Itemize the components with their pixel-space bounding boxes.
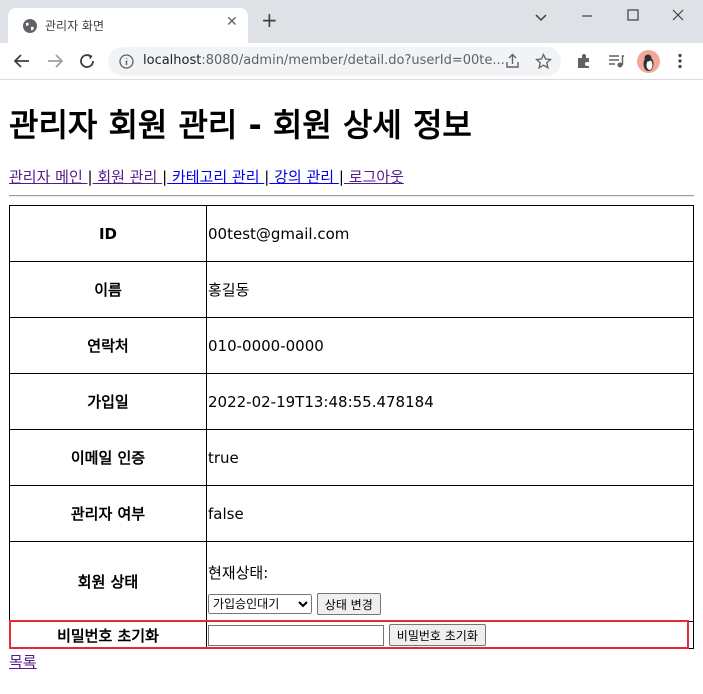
maximize-icon[interactable] bbox=[627, 9, 639, 21]
status-select[interactable]: 가입승인대기 bbox=[208, 594, 312, 614]
share-icon[interactable] bbox=[504, 53, 521, 70]
current-status-label: 현재상태: bbox=[208, 564, 269, 582]
table-row-password-reset: 비밀번호 초기화 비밀번호 초기화 bbox=[9, 621, 694, 649]
close-window-icon[interactable] bbox=[672, 9, 684, 21]
address-bar[interactable]: localhost:8080/admin/member/detail.do?us… bbox=[108, 47, 561, 76]
nav-link-admin-main[interactable]: 관리자 메인 bbox=[9, 168, 88, 186]
reload-icon[interactable] bbox=[78, 52, 96, 70]
row-label-name: 이름 bbox=[9, 261, 207, 318]
row-value-member-status: 현재상태: 가입승인대기 상태 변경 bbox=[206, 541, 694, 622]
row-label-password-reset: 비밀번호 초기화 bbox=[9, 621, 207, 649]
horizontal-rule bbox=[9, 195, 694, 197]
table-row: 관리자 여부 false bbox=[9, 485, 694, 542]
extensions-puzzle-icon[interactable] bbox=[575, 52, 593, 70]
row-value-phone: 010-0000-0000 bbox=[206, 317, 694, 374]
row-label-is-admin: 관리자 여부 bbox=[9, 485, 207, 542]
nav-link-course-management[interactable]: 강의 관리 bbox=[269, 168, 339, 186]
media-control-icon[interactable] bbox=[607, 52, 625, 70]
new-tab-button[interactable]: + bbox=[261, 10, 278, 30]
tab-search-chevron-icon[interactable] bbox=[534, 10, 548, 24]
table-row: ID 00test@gmail.com bbox=[9, 205, 694, 262]
row-value-password-reset: 비밀번호 초기화 bbox=[206, 621, 694, 649]
row-label-email-verified: 이메일 인증 bbox=[9, 429, 207, 486]
globe-icon bbox=[23, 19, 37, 33]
site-info-icon[interactable] bbox=[119, 54, 134, 69]
tab-title: 관리자 화면 bbox=[45, 19, 105, 33]
row-value-email-verified: true bbox=[206, 429, 694, 486]
table-row-status: 회원 상태 현재상태: 가입승인대기 상태 변경 bbox=[9, 541, 694, 622]
back-arrow-icon[interactable] bbox=[13, 52, 31, 70]
tab-close-icon[interactable]: ✕ bbox=[226, 14, 238, 30]
row-label-phone: 연락처 bbox=[9, 317, 207, 374]
row-value-id: 00test@gmail.com bbox=[206, 205, 694, 262]
table-row: 가입일 2022-02-19T13:48:55.478184 bbox=[9, 373, 694, 430]
row-label-member-status: 회원 상태 bbox=[9, 541, 207, 622]
browser-tab[interactable]: 관리자 화면 ✕ bbox=[8, 8, 248, 43]
profile-penguin-icon bbox=[643, 54, 654, 71]
table-row: 이름 홍길동 bbox=[9, 261, 694, 318]
page-title: 관리자 회원 관리 - 회원 상세 정보 bbox=[9, 106, 472, 144]
row-value-is-admin: false bbox=[206, 485, 694, 542]
admin-nav: 관리자 메인 | 회원 관리 | 카테고리 관리 | 강의 관리 | 로그아웃 bbox=[9, 166, 404, 187]
minimize-icon[interactable] bbox=[581, 10, 593, 22]
row-label-id: ID bbox=[9, 205, 207, 262]
row-value-join-date: 2022-02-19T13:48:55.478184 bbox=[206, 373, 694, 430]
row-label-join-date: 가입일 bbox=[9, 373, 207, 430]
browser-title-bar: 관리자 화면 ✕ + bbox=[0, 0, 703, 43]
back-to-list-link[interactable]: 목록 bbox=[9, 651, 37, 672]
row-value-name: 홍길동 bbox=[206, 261, 694, 318]
url-text[interactable]: localhost:8080/admin/member/detail.do?us… bbox=[143, 53, 505, 68]
nav-link-member-management[interactable]: 회원 관리 bbox=[93, 168, 163, 186]
nav-link-category-management[interactable]: 카테고리 관리 bbox=[167, 168, 264, 186]
forward-arrow-icon[interactable] bbox=[46, 52, 64, 70]
change-status-button[interactable]: 상태 변경 bbox=[316, 593, 381, 615]
bookmark-star-icon[interactable] bbox=[535, 53, 552, 70]
table-row: 이메일 인증 true bbox=[9, 429, 694, 486]
password-reset-button[interactable]: 비밀번호 초기화 bbox=[388, 624, 486, 646]
more-menu-icon[interactable] bbox=[671, 52, 689, 70]
member-detail-table: ID 00test@gmail.com 이름 홍길동 연락처 010-0000-… bbox=[9, 205, 694, 649]
nav-link-logout[interactable]: 로그아웃 bbox=[344, 168, 404, 186]
profile-avatar[interactable] bbox=[637, 50, 660, 73]
password-reset-input[interactable] bbox=[208, 624, 384, 646]
table-row: 연락처 010-0000-0000 bbox=[9, 317, 694, 374]
browser-toolbar: localhost:8080/admin/member/detail.do?us… bbox=[0, 43, 703, 80]
